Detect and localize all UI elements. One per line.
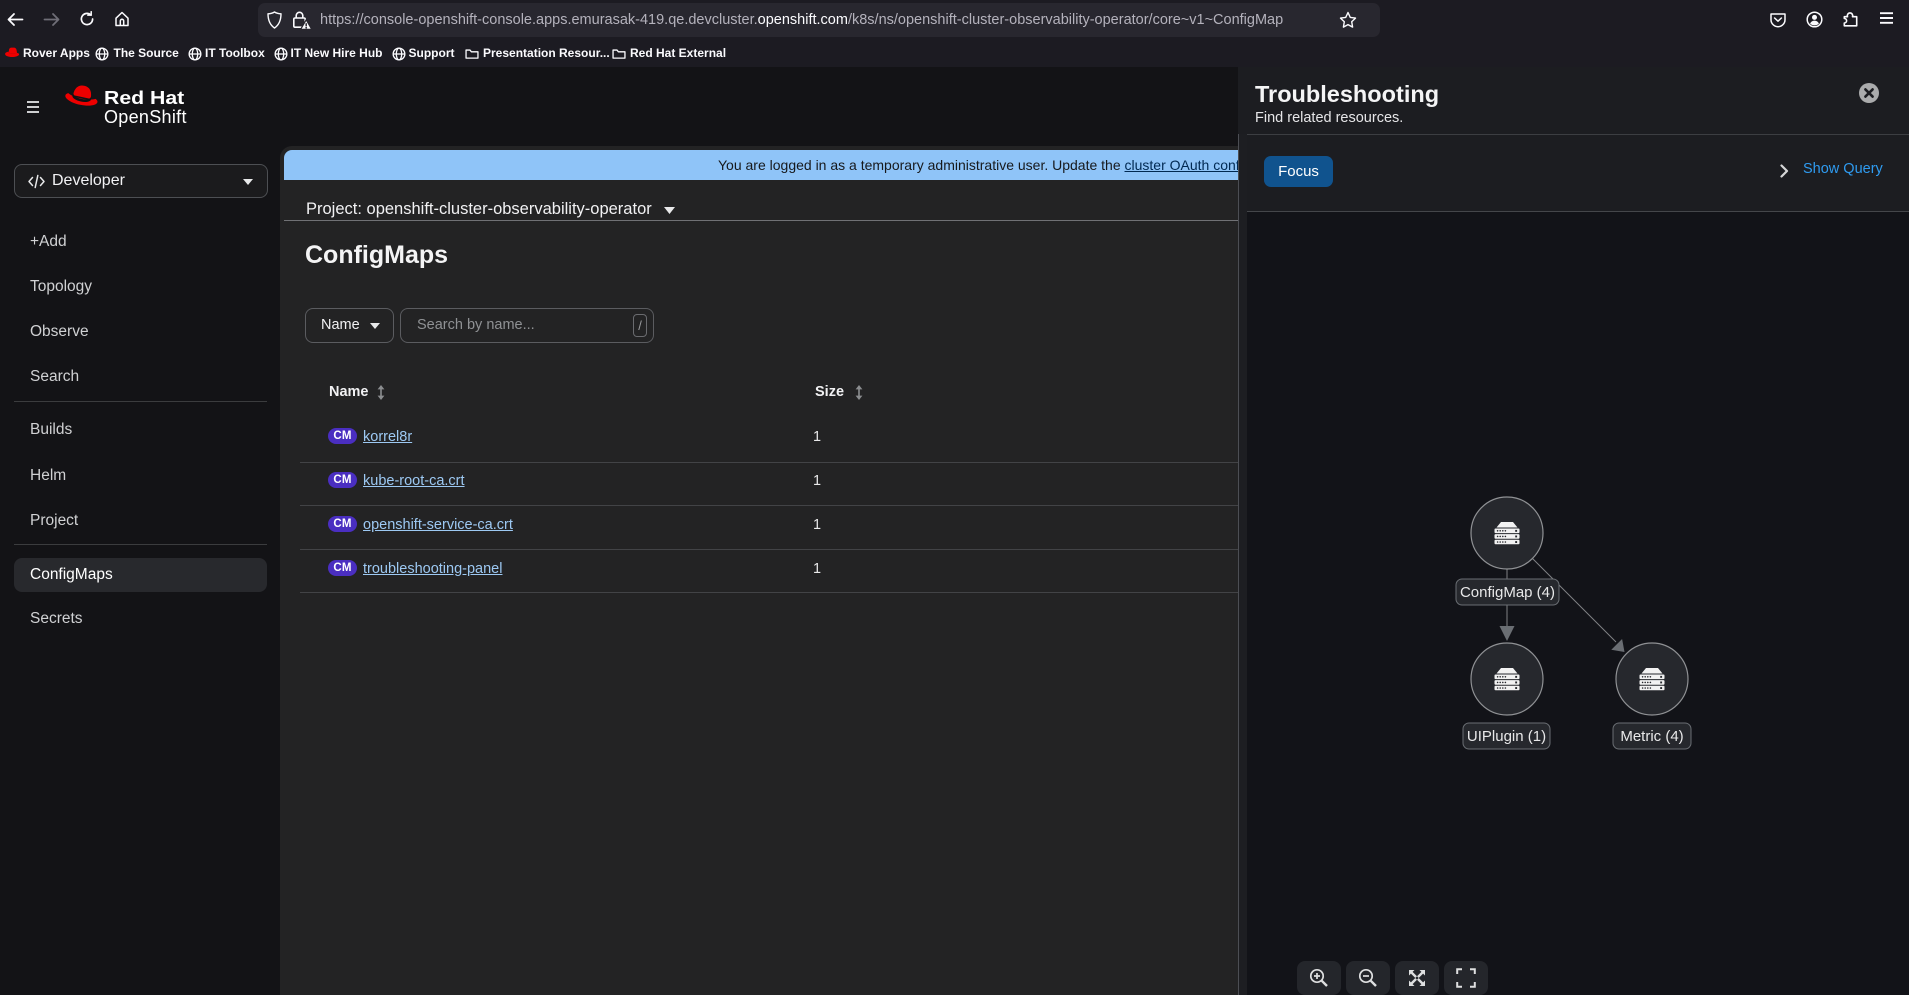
svg-text:UIPlugin (1): UIPlugin (1) bbox=[1467, 728, 1546, 745]
svg-text:Metric (4): Metric (4) bbox=[1620, 728, 1683, 745]
svg-text:ConfigMap (4): ConfigMap (4) bbox=[1460, 584, 1555, 601]
